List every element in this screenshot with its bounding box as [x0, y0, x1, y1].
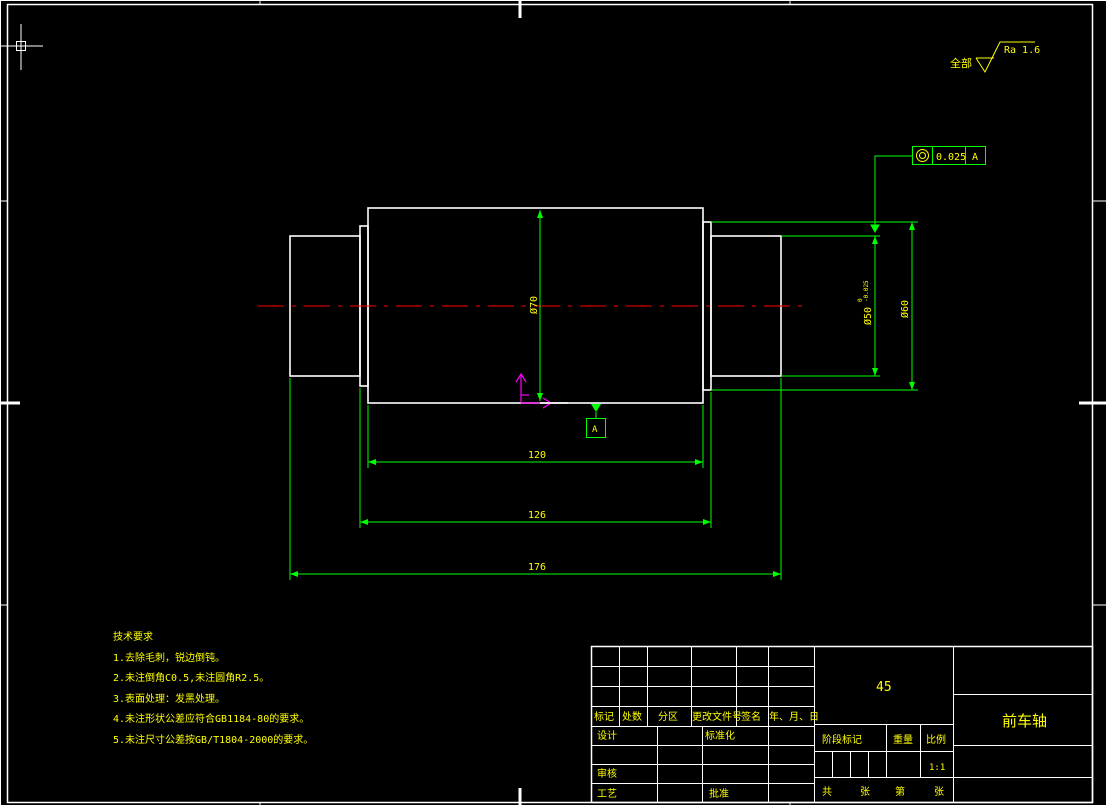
rev-header: 更改文件号 [692, 710, 742, 723]
sheets-total-label: 共 [822, 786, 832, 798]
rev-header: 处数 [622, 710, 642, 723]
datum-triangle-icon [591, 404, 601, 412]
dimension-lines [289, 210, 918, 580]
approve-label: 批准 [709, 787, 729, 800]
part-name[interactable]: 前车轴 [1002, 712, 1047, 730]
surface-finish-prefix: 全部 [950, 56, 972, 70]
tech-req-item: 1.去除毛刺，锐边倒钝。 [113, 651, 225, 664]
surface-finish-value: Ra 1.6 [1004, 45, 1040, 56]
dim-length-total[interactable]: 176 [528, 562, 546, 573]
scale-value[interactable]: 1:1 [929, 763, 945, 773]
drawing-canvas[interactable]: 全部 Ra 1.6 0.025 A Ø70 Ø50 0 -0.025 Ø60 1… [0, 0, 1107, 806]
rev-header: 标记 [594, 711, 614, 723]
dim-dia-shoulder[interactable]: Ø60 [899, 300, 911, 318]
dim-length-main[interactable]: 120 [528, 450, 546, 461]
tech-req-item: 4.未注形状公差应符合GB1184-80的要求。 [113, 712, 309, 725]
tolerance-value: 0.025 [936, 152, 966, 163]
tech-req-item: 5.未注尺寸公差按GB/T1804-2000的要求。 [113, 733, 313, 746]
standardization-label: 标准化 [705, 729, 735, 742]
sheet-no-unit-label: 张 [934, 786, 944, 798]
material-value[interactable]: 45 [876, 680, 892, 695]
concentricity-icon [916, 149, 929, 162]
technical-requirements[interactable]: 技术要求 1.去除毛刺，锐边倒钝。 2.未注倒角C0.5,未注圆角R2.5。 3… [113, 630, 313, 746]
sheets-unit-label: 张 [860, 786, 870, 798]
surface-finish-symbol[interactable]: 全部 Ra 1.6 [950, 41, 1040, 74]
rev-header: 分区 [658, 711, 678, 723]
tech-req-title: 技术要求 [113, 630, 153, 643]
tech-req-item: 2.未注倒角C0.5,未注圆角R2.5。 [113, 671, 269, 684]
process-label: 工艺 [597, 788, 617, 800]
title-block[interactable]: 标记 处数 分区 更改文件号 签名 年、月、日 设计 标准化 审核 工艺 批准 … [590, 645, 1094, 804]
weight-label: 重量 [893, 733, 913, 746]
dim-dia-end-lower-tol: -0.025 [863, 280, 870, 302]
geometric-tolerance-frame[interactable]: 0.025 A [870, 146, 986, 234]
stage-mark-label: 阶段标记 [822, 733, 862, 746]
dim-dia-end[interactable]: Ø50 [862, 307, 874, 325]
tolerance-datum: A [972, 152, 978, 163]
dim-length-mid[interactable]: 126 [528, 510, 546, 521]
scale-label: 比例 [926, 733, 946, 746]
rev-header: 年、月、日 [769, 710, 819, 723]
dim-dia-main[interactable]: Ø70 [528, 296, 540, 314]
tech-req-item: 3.表面处理：发黑处理。 [113, 692, 225, 705]
review-label: 审核 [597, 767, 617, 780]
datum-label: A [592, 425, 598, 435]
sheet-no-label: 第 [895, 785, 905, 798]
rev-header: 签名 [741, 710, 761, 723]
design-label: 设计 [597, 729, 617, 742]
